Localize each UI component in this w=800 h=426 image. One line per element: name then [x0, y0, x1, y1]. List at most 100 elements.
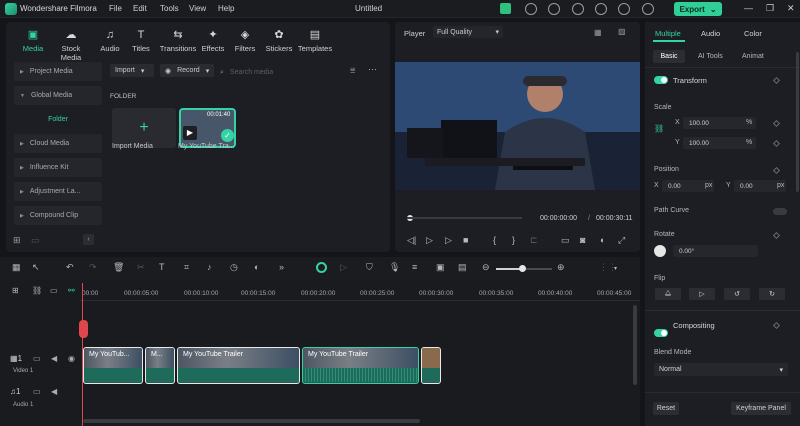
subtab-animation[interactable]: Animat: [742, 53, 764, 60]
keyframe-icon[interactable]: [772, 119, 781, 128]
timeline-clip[interactable]: My YouTube Trailer: [177, 347, 300, 384]
play-icon[interactable]: ▷: [445, 235, 452, 246]
undo-icon[interactable]: ↶: [66, 262, 74, 273]
folder-icon[interactable]: ▭: [33, 387, 41, 396]
chevron-down-icon[interactable]: ▾: [614, 265, 617, 272]
voiceover-icon[interactable]: ≡: [412, 262, 417, 272]
tab-stock-media[interactable]: ☁ Stock Media: [51, 30, 91, 63]
keyframe-icon[interactable]: [772, 76, 781, 85]
ai-assist-icon[interactable]: [316, 262, 327, 273]
tab-media[interactable]: ▣ Media: [16, 30, 50, 54]
volume-icon[interactable]: ◀: [51, 354, 57, 363]
tab-color[interactable]: Color: [744, 29, 762, 38]
subtab-basic[interactable]: Basic: [653, 50, 685, 63]
timeline-clip[interactable]: M...: [145, 347, 175, 384]
link-icon[interactable]: ⛓: [32, 286, 42, 295]
tab-effects[interactable]: ✦ Effects: [196, 30, 230, 54]
volume-icon[interactable]: ◀: [51, 387, 57, 396]
search-input[interactable]: ⌕ Search media: [220, 66, 348, 79]
tab-audio[interactable]: Audio: [701, 29, 720, 38]
fullscreen-icon[interactable]: ⤢: [618, 235, 625, 246]
sidebar-item-project-media[interactable]: ▶ Project Media: [14, 62, 102, 81]
reset-button[interactable]: Reset: [653, 402, 679, 415]
transform-toggle[interactable]: [654, 76, 668, 84]
color-icon[interactable]: ◐: [254, 262, 259, 272]
keyframe-icon[interactable]: [772, 231, 781, 240]
timeline-horizontal-scrollbar[interactable]: [83, 419, 420, 423]
caption-icon[interactable]: ▭: [50, 286, 58, 295]
link-icon[interactable]: ⛓: [654, 124, 664, 133]
tab-multiple[interactable]: Multiple: [655, 29, 681, 38]
properties-scrollbar[interactable]: [796, 52, 799, 192]
notification-icon[interactable]: [572, 3, 584, 15]
collapse-icon[interactable]: ‹: [83, 234, 94, 245]
snapshot-icon[interactable]: ▨: [618, 27, 626, 36]
lightbulb-icon[interactable]: [525, 3, 537, 15]
playhead-handle[interactable]: [79, 320, 88, 338]
tab-filters[interactable]: ◈ Filters: [228, 30, 262, 54]
sidebar-item-folder[interactable]: Folder: [14, 110, 102, 129]
redo-icon[interactable]: ↷: [89, 262, 97, 273]
subtab-ai-tools[interactable]: AI Tools: [698, 53, 723, 60]
device-icon[interactable]: [548, 3, 560, 15]
timeline-clip[interactable]: [421, 347, 441, 384]
eye-icon[interactable]: ◉: [68, 354, 75, 363]
video-preview[interactable]: [395, 62, 640, 190]
select-tool-icon[interactable]: ↖: [32, 262, 40, 273]
folder-icon[interactable]: ▭: [33, 354, 41, 363]
account-icon[interactable]: [642, 3, 654, 15]
media-clip-thumbnail[interactable]: 00:01:40 ▶ ✓: [179, 108, 236, 148]
playback-scrubber[interactable]: [407, 217, 522, 219]
magnet-icon[interactable]: ⚯: [68, 286, 75, 295]
tab-transitions[interactable]: ⇆ Transitions: [158, 30, 198, 54]
rotate-input[interactable]: 0.00°: [673, 245, 758, 257]
close-icon[interactable]: ✕: [787, 3, 795, 14]
tab-stickers[interactable]: ✿ Stickers: [262, 30, 296, 54]
maximize-icon[interactable]: ❐: [766, 3, 774, 14]
camera-icon[interactable]: ◙: [580, 235, 585, 245]
sidebar-item-influence-kit[interactable]: ▶ Influence Kit: [14, 158, 102, 177]
blend-mode-select[interactable]: Normal ▾: [654, 363, 788, 376]
menu-view[interactable]: View: [189, 4, 206, 13]
compositing-toggle[interactable]: [654, 329, 668, 337]
menu-tools[interactable]: Tools: [160, 4, 179, 13]
grid-icon[interactable]: [618, 3, 630, 15]
import-media-card[interactable]: +: [112, 108, 176, 148]
insert-icon[interactable]: ⊏: [530, 235, 538, 246]
mark-in-icon[interactable]: {: [493, 235, 496, 245]
microphone-icon[interactable]: 🎙: [389, 262, 400, 273]
timeline-clip[interactable]: My YouTub...: [83, 347, 143, 384]
play-icon[interactable]: ▷: [426, 235, 433, 246]
zoom-in-icon[interactable]: ⊕: [557, 262, 565, 273]
add-track-icon[interactable]: ⊞: [12, 286, 19, 295]
cloud-upload-icon[interactable]: [595, 3, 607, 15]
keyframe-icon[interactable]: [772, 321, 781, 330]
audio-icon[interactable]: ◖: [599, 235, 604, 245]
sidebar-item-global-media[interactable]: ▼ Global Media: [14, 86, 102, 105]
text-tool-icon[interactable]: T: [159, 262, 165, 272]
rotate-left-icon[interactable]: ↺: [724, 288, 750, 300]
menu-edit[interactable]: Edit: [133, 4, 147, 13]
keyframe-panel-button[interactable]: Keyframe Panel: [731, 402, 791, 415]
keyframe-icon[interactable]: [772, 139, 781, 148]
minimize-icon[interactable]: —: [744, 3, 753, 13]
menu-help[interactable]: Help: [218, 4, 234, 13]
snapshot-icon[interactable]: ▣: [436, 262, 445, 273]
sidebar-item-compound-clip[interactable]: ▶ Compound Clip: [14, 206, 102, 225]
menu-file[interactable]: File: [109, 4, 122, 13]
filter-icon[interactable]: ⩸: [350, 65, 355, 76]
import-button[interactable]: Import ▾: [110, 64, 154, 77]
display-icon[interactable]: ▭: [561, 235, 570, 246]
layout-icon[interactable]: ▦: [12, 262, 21, 273]
gift-icon[interactable]: [500, 3, 511, 14]
crop-icon[interactable]: ⌗: [184, 262, 189, 273]
delete-icon[interactable]: 🗑: [113, 262, 124, 273]
more-icon[interactable]: ⋯: [368, 64, 377, 75]
previous-frame-icon[interactable]: ◁|: [407, 235, 416, 246]
play-range-icon[interactable]: ▷: [340, 262, 347, 273]
new-folder-icon[interactable]: ⊞: [13, 235, 21, 246]
folder-icon[interactable]: ▭: [31, 235, 40, 246]
stop-icon[interactable]: ■: [463, 235, 468, 245]
flip-horizontal-icon[interactable]: ⧋: [655, 288, 681, 300]
tab-templates[interactable]: ▤ Templates: [295, 30, 335, 54]
